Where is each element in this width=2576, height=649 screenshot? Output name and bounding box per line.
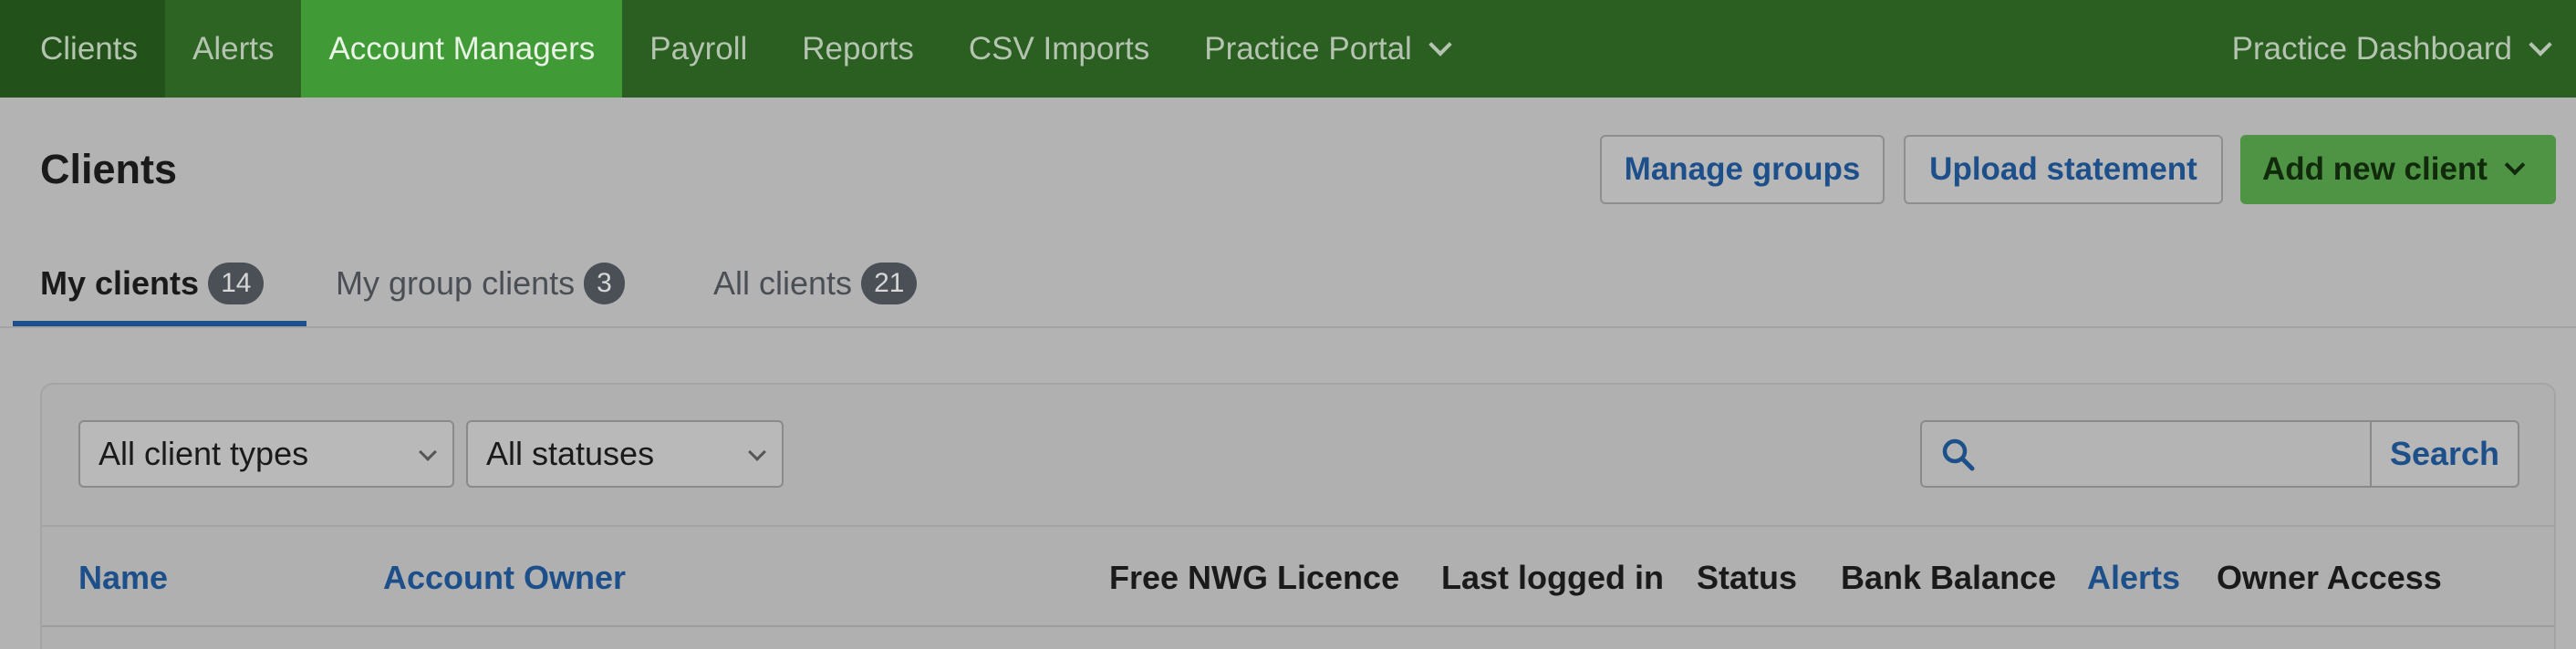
search-input[interactable] (1920, 420, 2372, 488)
count-badge: 3 (584, 263, 625, 304)
manage-groups-button[interactable]: Manage groups (1600, 135, 1885, 204)
nav-item-reports[interactable]: Reports (774, 0, 941, 98)
column-header-status: Status (1697, 559, 1798, 596)
nav-item-label: Alerts (192, 30, 275, 67)
nav-item-label: Reports (802, 30, 914, 67)
count-badge: 14 (208, 263, 265, 304)
add-new-client-label: Add new client (2262, 151, 2488, 187)
practice-dashboard-label: Practice Dashboard (2231, 30, 2512, 67)
column-header-last-logged-in: Last logged in (1441, 559, 1665, 596)
search-icon (1942, 438, 1975, 471)
nav-item-alerts[interactable]: Alerts (164, 0, 302, 98)
tab-all-clients[interactable]: All clients 21 (713, 239, 918, 328)
add-new-client-button[interactable]: Add new client (2240, 135, 2556, 204)
column-header-owner-access: Owner Access (2217, 559, 2442, 596)
nav-item-clients[interactable]: Clients (0, 0, 165, 98)
nav-item-label: Clients (40, 30, 138, 67)
column-header-account-owner[interactable]: Account Owner (383, 527, 626, 629)
chevron-down-icon (419, 443, 437, 461)
page-title: Clients (40, 146, 178, 192)
nav-item-csv-imports[interactable]: CSV Imports (941, 0, 1177, 98)
upload-statement-button[interactable]: Upload statement (1904, 135, 2223, 204)
nav-item-label: Account Managers (328, 30, 596, 67)
nav-item-label: Practice Portal (1204, 30, 1412, 67)
chevron-down-icon (1428, 32, 1452, 57)
active-tab-indicator (13, 321, 306, 326)
search-button[interactable]: Search (2370, 420, 2519, 488)
chevron-down-icon (2504, 154, 2526, 176)
tab-label: My group clients (336, 264, 576, 302)
count-badge: 21 (861, 263, 918, 304)
column-header-free-nwg-licence: Free NWG Licence (1109, 559, 1400, 596)
practice-dashboard-menu[interactable]: Practice Dashboard (2232, 0, 2576, 98)
nav-item-practice-portal[interactable]: Practice Portal (1177, 0, 1476, 98)
nav-item-label: CSV Imports (968, 30, 1150, 67)
tab-label: My clients (40, 264, 200, 302)
client-tabs: My clients 14 My group clients 3 All cli… (0, 239, 2576, 328)
status-value: All statuses (486, 435, 655, 472)
table-header: Name Account Owner Free NWG Licence Last… (42, 525, 2554, 627)
nav-item-label: Payroll (649, 30, 748, 67)
chevron-down-icon (748, 443, 766, 461)
status-select[interactable]: All statuses (466, 420, 784, 488)
column-header-alerts[interactable]: Alerts (2087, 527, 2180, 629)
top-navigation: Clients Alerts Account Managers Payroll … (0, 0, 2576, 98)
nav-item-payroll[interactable]: Payroll (622, 0, 774, 98)
tab-label: All clients (713, 264, 853, 302)
column-header-name[interactable]: Name (78, 527, 168, 629)
nav-item-account-managers[interactable]: Account Managers (301, 0, 623, 98)
client-type-value: All client types (99, 435, 309, 472)
tab-my-group-clients[interactable]: My group clients 3 (336, 239, 625, 328)
column-header-bank-balance: Bank Balance (1841, 559, 2057, 596)
chevron-down-icon (2529, 32, 2552, 57)
tab-my-clients[interactable]: My clients 14 (40, 239, 265, 328)
client-type-select[interactable]: All client types (78, 420, 454, 488)
